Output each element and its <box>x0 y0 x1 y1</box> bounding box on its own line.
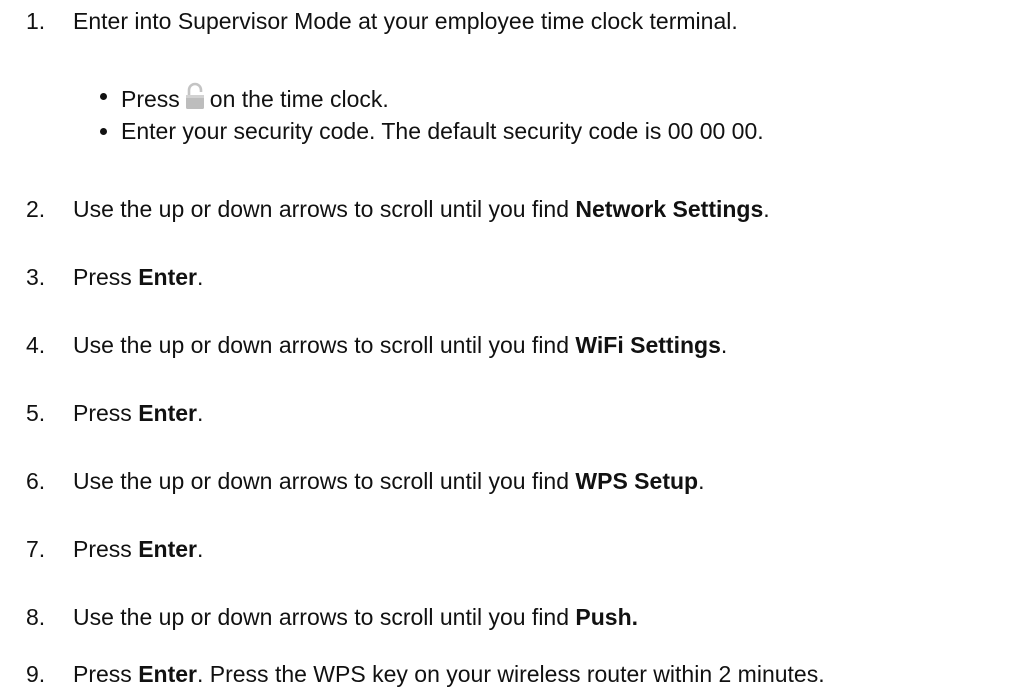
bullet-icon <box>100 128 107 135</box>
step-text-pre: Press <box>73 264 139 290</box>
step-number: 6. <box>26 468 46 494</box>
step-keyword: WiFi Settings <box>575 332 721 358</box>
step-text-post: . Press the WPS key on your wireless rou… <box>196 661 825 687</box>
step-text-post: . <box>196 264 204 290</box>
step-text-pre: Use the up or down arrows to scroll unti… <box>73 332 576 358</box>
substep-text-pre: Press <box>121 86 180 112</box>
step-number: 4. <box>26 332 46 358</box>
step-text-pre: Press <box>73 661 139 687</box>
step-text-post: . <box>196 400 204 426</box>
step-text-post: . <box>698 468 705 494</box>
step-text-pre: Use the up or down arrows to scroll unti… <box>73 468 576 494</box>
step-text-pre: Use the up or down arrows to scroll unti… <box>73 196 576 222</box>
step-keyword: Enter <box>138 661 197 687</box>
lock-icon <box>184 82 206 110</box>
step-number: 2. <box>26 196 46 222</box>
step-number: 5. <box>26 400 46 426</box>
step-text-post: . <box>720 332 728 358</box>
bullet-icon <box>100 93 107 100</box>
step-text-pre: Press <box>73 400 139 426</box>
step-keyword: Enter <box>138 264 197 290</box>
step-number: 7. <box>26 536 46 562</box>
step-text-post: . <box>196 536 204 562</box>
step-keyword: Network Settings <box>575 196 764 222</box>
substep-text-post: on the time clock. <box>209 86 389 112</box>
substep-text: Enter your security code. The default se… <box>121 118 764 144</box>
step-text: Enter into Supervisor Mode at your emplo… <box>73 8 738 34</box>
step-keyword: WPS Setup <box>575 468 699 494</box>
step-text-pre: Press <box>73 536 139 562</box>
step-number: 1. <box>26 8 46 34</box>
step-number: 3. <box>26 264 46 290</box>
step-keyword: Enter <box>138 536 197 562</box>
step-text-post: . <box>763 196 770 222</box>
step-keyword: Push. <box>575 604 639 630</box>
step-number: 9. <box>26 661 46 687</box>
step-keyword: Enter <box>138 400 197 426</box>
step-number: 8. <box>26 604 46 630</box>
step-text-pre: Use the up or down arrows to scroll unti… <box>73 604 576 630</box>
